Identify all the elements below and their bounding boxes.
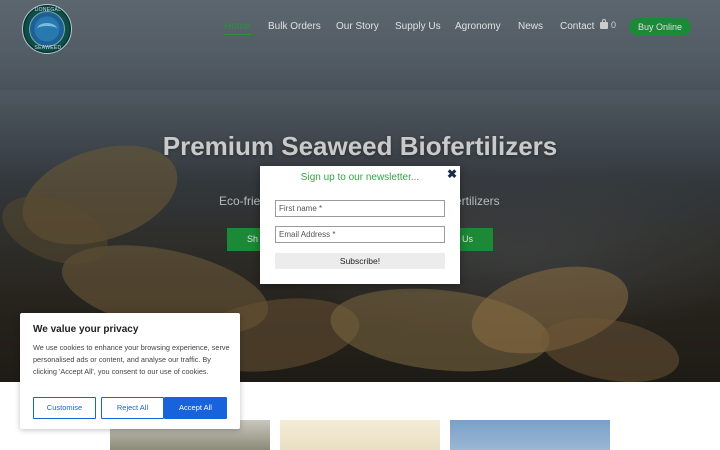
subscribe-button[interactable]: Subscribe!: [275, 253, 445, 269]
cookie-title: We value your privacy: [33, 324, 139, 335]
cookie-banner: We value your privacy We use cookies to …: [20, 313, 240, 429]
content-card-image[interactable]: [280, 420, 440, 450]
accept-all-button[interactable]: Accept All: [164, 397, 227, 419]
content-card-image[interactable]: [450, 420, 610, 450]
newsletter-modal: Sign up to our newsletter... ✖ Subscribe…: [260, 166, 460, 284]
email-input[interactable]: [275, 226, 445, 243]
cookie-description: We use cookies to enhance your browsing …: [33, 343, 230, 376]
first-name-input[interactable]: [275, 200, 445, 217]
close-icon[interactable]: ✖: [447, 167, 457, 181]
reject-all-button[interactable]: Reject All: [101, 397, 164, 419]
customise-button[interactable]: Customise: [33, 397, 96, 419]
newsletter-title: Sign up to our newsletter...: [300, 172, 420, 183]
